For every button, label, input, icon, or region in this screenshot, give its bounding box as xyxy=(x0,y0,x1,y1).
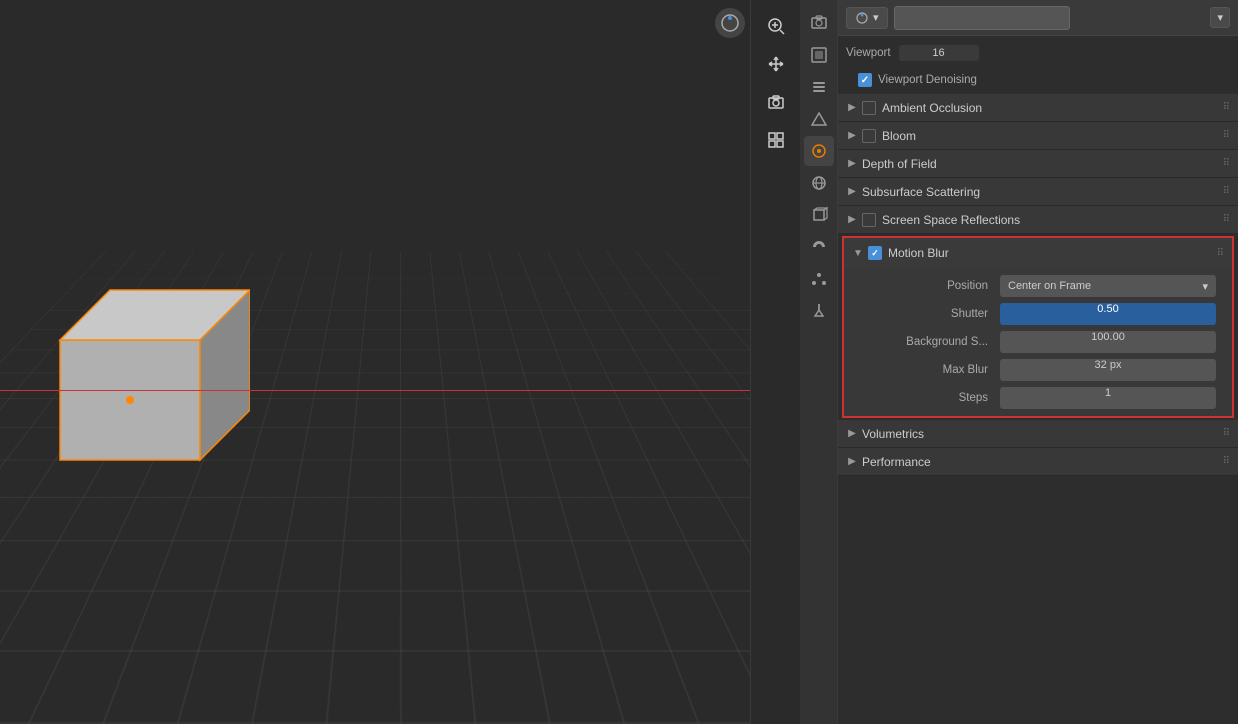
position-label: Position xyxy=(860,280,1000,292)
view-layer-icon[interactable] xyxy=(804,72,834,102)
subsurface-scattering-title: Subsurface Scattering xyxy=(862,185,1223,199)
max-blur-row: Max Blur 32 px xyxy=(844,356,1232,384)
background-scale-label: Background S... xyxy=(860,336,1000,348)
zoom-tool-icon[interactable] xyxy=(758,8,794,44)
background-scale-value[interactable]: 100.00 xyxy=(1000,331,1216,353)
performance-drag[interactable]: ⠿ xyxy=(1223,456,1230,467)
properties-panel: ▾ 🔍 ▾ Viewport 16 Viewport Denoising ▶ xyxy=(800,0,1238,724)
shutter-row: Shutter 0.50 xyxy=(844,300,1232,328)
subsurface-scattering-drag[interactable]: ⠿ xyxy=(1223,186,1230,197)
subsurface-scattering-arrow: ▶ xyxy=(846,186,858,198)
position-row: Position Center on Frame ▾ xyxy=(844,272,1232,300)
panel-mode-label: ▾ xyxy=(873,11,879,24)
performance-header[interactable]: ▶ Performance ⠿ xyxy=(838,448,1238,476)
object-properties-icon[interactable] xyxy=(804,200,834,230)
screen-space-reflections-arrow: ▶ xyxy=(846,214,858,226)
search-input[interactable] xyxy=(894,6,1070,30)
world-icon[interactable] xyxy=(804,168,834,198)
volumetrics-drag[interactable]: ⠿ xyxy=(1223,428,1230,439)
viewport-denoising-checkbox[interactable] xyxy=(858,73,872,87)
sidebar-icon-strip xyxy=(800,0,838,724)
volumetrics-arrow: ▶ xyxy=(846,428,858,440)
motion-blur-arrow: ▼ xyxy=(852,247,864,259)
motion-blur-drag[interactable]: ⠿ xyxy=(1217,248,1224,259)
depth-of-field-title: Depth of Field xyxy=(862,157,1223,171)
grid-tool-icon[interactable] xyxy=(758,122,794,158)
position-value: Center on Frame xyxy=(1008,280,1091,292)
performance-title: Performance xyxy=(862,455,1223,469)
output-properties-icon[interactable] xyxy=(804,40,834,70)
viewport-value[interactable]: 16 xyxy=(899,45,979,61)
performance-arrow: ▶ xyxy=(846,456,858,468)
steps-row: Steps 1 xyxy=(844,384,1232,412)
panel-mode-dropdown[interactable]: ▾ xyxy=(846,7,888,29)
depth-of-field-header[interactable]: ▶ Depth of Field ⠿ xyxy=(838,150,1238,178)
ambient-occlusion-title: Ambient Occlusion xyxy=(882,101,1223,115)
render-properties-icon[interactable] xyxy=(804,8,834,38)
background-scale-row: Background S... 100.00 xyxy=(844,328,1232,356)
render-engine-icon[interactable] xyxy=(804,136,834,166)
position-arrow: ▾ xyxy=(1202,280,1208,293)
shutter-label: Shutter xyxy=(860,308,1000,320)
viewport-denoising-label: Viewport Denoising xyxy=(878,74,977,86)
viewport-nav-icon[interactable] xyxy=(715,8,745,38)
bloom-title: Bloom xyxy=(882,129,1223,143)
shutter-value[interactable]: 0.50 xyxy=(1000,303,1216,325)
bloom-checkbox[interactable] xyxy=(862,129,876,143)
volumetrics-header[interactable]: ▶ Volumetrics ⠿ xyxy=(838,420,1238,448)
bloom-arrow: ▶ xyxy=(846,130,858,142)
screen-space-reflections-title: Screen Space Reflections xyxy=(882,213,1223,227)
bloom-drag[interactable]: ⠿ xyxy=(1223,130,1230,141)
properties-list: Viewport 16 Viewport Denoising ▶ Ambient… xyxy=(838,36,1238,724)
subsurface-scattering-header[interactable]: ▶ Subsurface Scattering ⠿ xyxy=(838,178,1238,206)
viewport-area[interactable] xyxy=(0,0,800,724)
motion-blur-title: Motion Blur xyxy=(888,246,1217,260)
filter-dropdown[interactable]: ▾ xyxy=(1210,7,1230,28)
screen-space-reflections-header[interactable]: ▶ Screen Space Reflections ⠿ xyxy=(838,206,1238,234)
depth-of-field-drag[interactable]: ⠿ xyxy=(1223,158,1230,169)
position-dropdown[interactable]: Center on Frame ▾ xyxy=(1000,275,1216,297)
motion-blur-checkbox[interactable] xyxy=(868,246,882,260)
particles-icon[interactable] xyxy=(804,264,834,294)
pan-tool-icon[interactable] xyxy=(758,46,794,82)
viewport-toolbar xyxy=(750,0,800,724)
ambient-occlusion-header[interactable]: ▶ Ambient Occlusion ⠿ xyxy=(838,94,1238,122)
motion-blur-content: Position Center on Frame ▾ Shutter 0.50 … xyxy=(844,268,1232,416)
steps-value[interactable]: 1 xyxy=(1000,387,1216,409)
physics-icon[interactable] xyxy=(804,296,834,326)
ambient-occlusion-drag[interactable]: ⠿ xyxy=(1223,102,1230,113)
ambient-occlusion-arrow: ▶ xyxy=(846,102,858,114)
screen-space-reflections-checkbox[interactable] xyxy=(862,213,876,227)
motion-blur-header[interactable]: ▼ Motion Blur ⠿ xyxy=(844,238,1232,268)
panel-toolbar: ▾ 🔍 ▾ xyxy=(838,0,1238,36)
3d-cube xyxy=(30,260,250,490)
max-blur-value[interactable]: 32 px xyxy=(1000,359,1216,381)
max-blur-label: Max Blur xyxy=(860,364,1000,376)
motion-blur-section: ▼ Motion Blur ⠿ Position Center on Frame… xyxy=(842,236,1234,418)
screen-space-reflections-drag[interactable]: ⠿ xyxy=(1223,214,1230,225)
search-wrapper: 🔍 xyxy=(894,6,1205,30)
bloom-header[interactable]: ▶ Bloom ⠿ xyxy=(838,122,1238,150)
depth-of-field-arrow: ▶ xyxy=(846,158,858,170)
red-axis-line xyxy=(0,390,800,391)
volumetrics-title: Volumetrics xyxy=(862,427,1223,441)
camera-tool-icon[interactable] xyxy=(758,84,794,120)
panel-content: ▾ 🔍 ▾ Viewport 16 Viewport Denoising ▶ xyxy=(838,0,1238,724)
viewport-label: Viewport xyxy=(846,47,891,59)
viewport-denoising-row: Viewport Denoising xyxy=(838,66,1238,94)
viewport-row: Viewport 16 xyxy=(838,40,1238,66)
ambient-occlusion-checkbox[interactable] xyxy=(862,101,876,115)
modifiers-icon[interactable] xyxy=(804,232,834,262)
scene-icon[interactable] xyxy=(804,104,834,134)
steps-label: Steps xyxy=(860,392,1000,404)
